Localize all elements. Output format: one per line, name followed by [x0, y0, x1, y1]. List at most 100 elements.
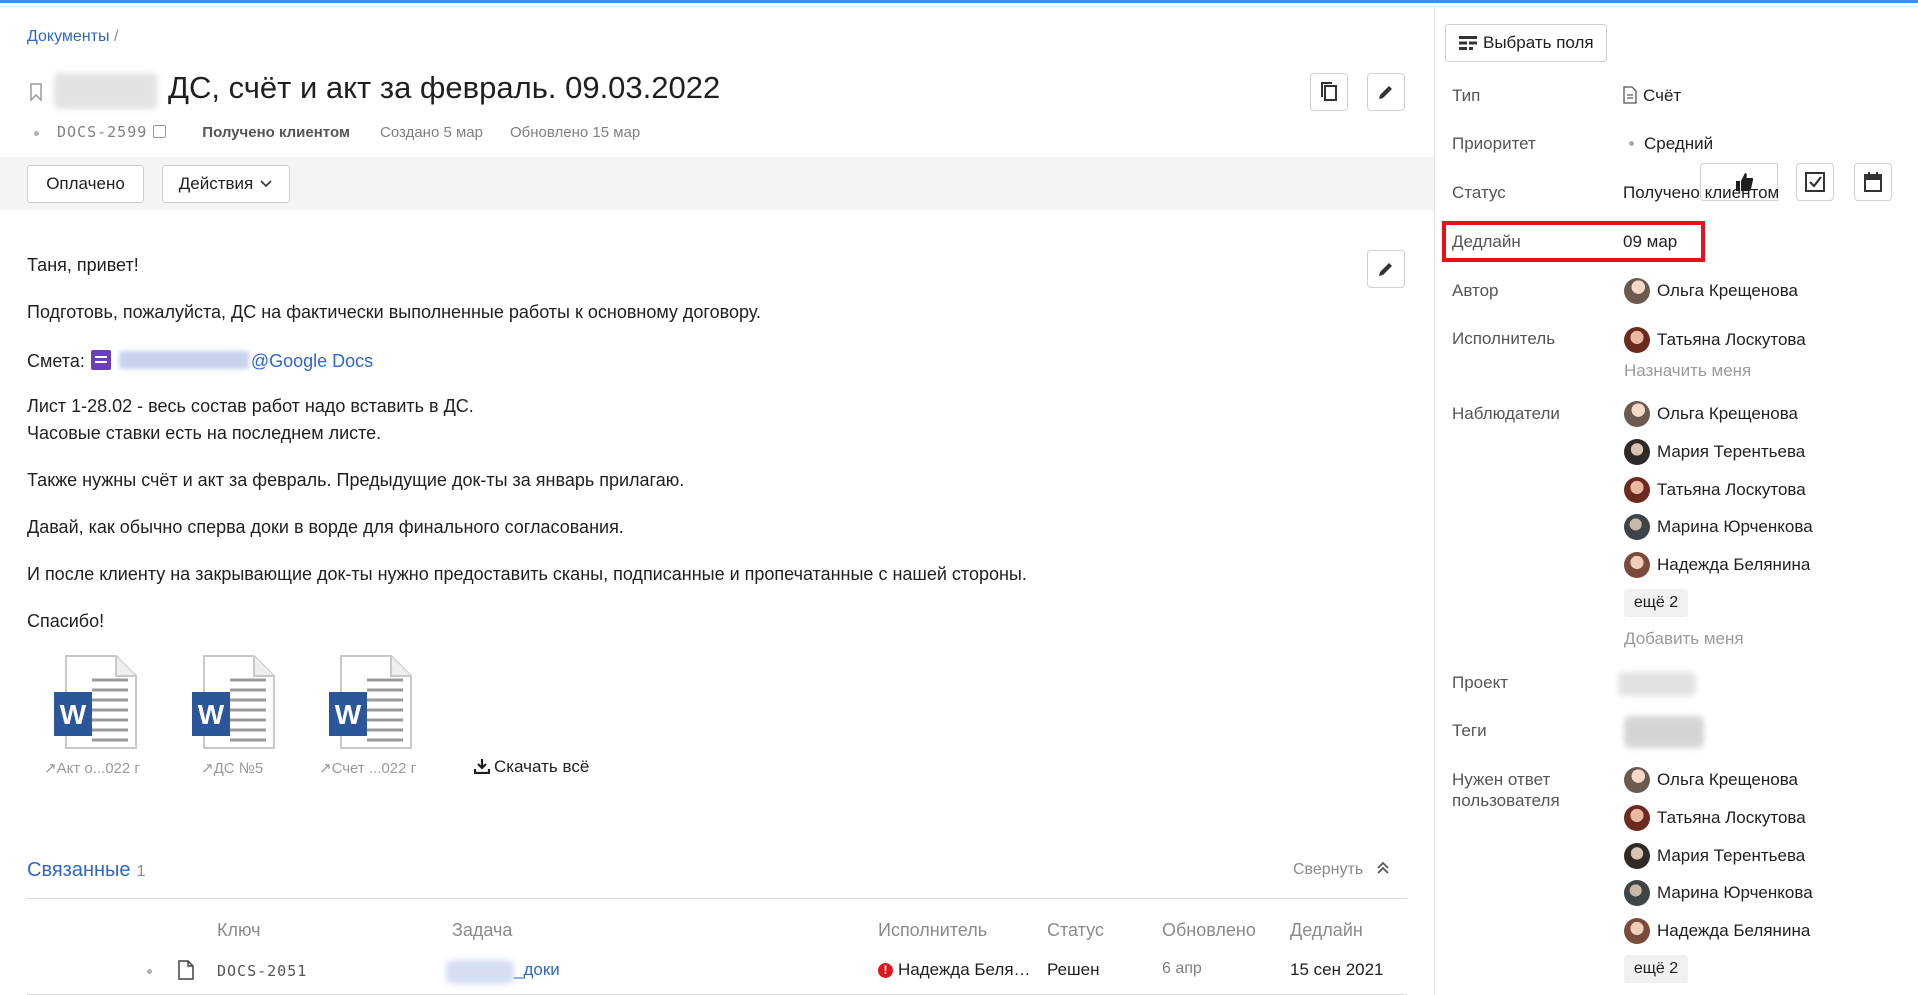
- paid-button[interactable]: Оплачено: [27, 165, 144, 203]
- redacted-project[interactable]: [1618, 672, 1696, 696]
- assignee-person[interactable]: Татьяна Лоскутова: [1624, 327, 1806, 353]
- needs-reply-person[interactable]: Ольга Крещенова: [1624, 767, 1798, 793]
- page-title: ДС, счёт и акт за февраль. 09.03.2022: [168, 70, 721, 105]
- related-status: Решен: [1047, 960, 1100, 979]
- person-name: Ольга Крещенова: [1657, 404, 1799, 423]
- related-heading[interactable]: Связанные 1: [27, 859, 145, 882]
- watcher-person[interactable]: Татьяна Лоскутова: [1624, 477, 1806, 503]
- pencil-icon: [1379, 263, 1392, 276]
- avatar: [1624, 514, 1650, 540]
- updated-date: Обновлено 15 мар: [509, 124, 641, 141]
- related-divider: [27, 898, 1407, 899]
- breadcrumb-separator: /: [113, 28, 119, 45]
- related-task-link[interactable]: _доки: [514, 960, 560, 980]
- avatar: [1624, 918, 1650, 944]
- description-line-6: И после клиенту на закрывающие док-ты ну…: [27, 564, 1027, 584]
- needs-reply-person[interactable]: Татьяна Лоскутова: [1624, 805, 1806, 831]
- collapse-label: Свернуть: [1293, 861, 1364, 878]
- checkbox-icon: [1805, 172, 1825, 192]
- calendar-icon: [1864, 172, 1882, 192]
- description-line-1: Подготовь, пожалуйста, ДС на фактически …: [27, 302, 761, 322]
- person-name: Надежда Белянина: [1657, 921, 1811, 940]
- description-line-5: Давай, как обычно сперва доки в ворде дл…: [27, 517, 624, 537]
- document-icon: [178, 960, 194, 980]
- attachment-caption[interactable]: ↗Акт о...022 г: [44, 759, 140, 777]
- edit-description-button[interactable]: [1367, 250, 1405, 288]
- watchers-more-button[interactable]: ещё 2: [1624, 589, 1688, 617]
- watcher-person[interactable]: Марина Юрченкова: [1624, 514, 1813, 540]
- issue-meta: DOCS-2599 Получено клиентом Создано 5 мар О…: [34, 123, 640, 141]
- needs-reply-person[interactable]: Мария Терентьева: [1624, 843, 1805, 869]
- type-value[interactable]: Счёт: [1623, 86, 1681, 106]
- column-header-task[interactable]: Задача: [452, 920, 512, 941]
- svg-text:W: W: [60, 699, 87, 730]
- related-assignee: ! Надежда Беля…: [878, 960, 1031, 980]
- related-key[interactable]: DOCS-2051: [217, 962, 307, 980]
- person-name: Ольга Крещенова: [1657, 281, 1799, 300]
- author-label: Автор: [1452, 281, 1499, 300]
- copy-key-icon[interactable]: [153, 125, 167, 138]
- chevron-double-up-icon: [1376, 861, 1389, 874]
- attachment-caption[interactable]: ↗Счет ...022 г: [319, 759, 416, 777]
- copy-icon: [1321, 82, 1337, 101]
- watchers-label: Наблюдатели: [1452, 404, 1560, 423]
- collapse-related-button[interactable]: Свернуть: [1293, 861, 1390, 879]
- redacted-link[interactable]: [118, 351, 249, 369]
- watcher-person[interactable]: Ольга Крещенова: [1624, 401, 1798, 427]
- attachment-caption[interactable]: ↗ДС №5: [201, 759, 263, 777]
- status-text: Получено клиентом: [202, 124, 351, 141]
- watcher-person[interactable]: Мария Терентьева: [1624, 439, 1805, 465]
- person-name: Татьяна Лоскутова: [1657, 480, 1806, 499]
- created-date: Создано 5 мар: [380, 124, 483, 141]
- issue-key[interactable]: DOCS-2599: [57, 123, 147, 141]
- status-value[interactable]: Получено клиентом: [1623, 183, 1779, 203]
- avatar: [1624, 327, 1650, 353]
- column-header-assignee[interactable]: Исполнитель: [878, 920, 987, 941]
- word-file-icon[interactable]: W: [327, 654, 413, 750]
- word-file-icon[interactable]: W: [190, 654, 276, 750]
- copy-button[interactable]: [1310, 73, 1348, 111]
- person-name: Татьяна Лоскутова: [1657, 808, 1806, 827]
- person-name: Ольга Крещенова: [1657, 770, 1799, 789]
- edit-title-button[interactable]: [1367, 73, 1405, 111]
- word-file-icon[interactable]: W: [52, 654, 138, 750]
- column-header-deadline[interactable]: Дедлайн: [1290, 920, 1363, 941]
- calendar-button[interactable]: [1854, 163, 1892, 201]
- checklist-button[interactable]: [1796, 163, 1834, 201]
- redacted-tags[interactable]: [1624, 716, 1704, 748]
- related-assignee-name: Надежда Беля…: [898, 960, 1031, 979]
- add-me-link[interactable]: Добавить меня: [1624, 629, 1744, 649]
- description-line-3: Часовые ставки есть на последнем листе.: [27, 423, 382, 443]
- external-link-icon: ↗: [44, 760, 57, 777]
- attachment-name: ДС №5: [213, 760, 264, 777]
- chevron-down-icon: [260, 180, 272, 188]
- needs-reply-label-line: Нужен ответ: [1452, 770, 1551, 789]
- assign-me-link[interactable]: Назначить меня: [1624, 361, 1751, 381]
- author-person[interactable]: Ольга Крещенова: [1624, 278, 1798, 304]
- choose-fields-label: Выбрать поля: [1483, 33, 1594, 52]
- breadcrumb-documents-link[interactable]: Документы: [27, 28, 109, 45]
- bookmark-icon[interactable]: [30, 83, 42, 101]
- priority-value[interactable]: Средний: [1623, 134, 1713, 154]
- avatar: [1624, 767, 1650, 793]
- download-all-link[interactable]: Скачать всё: [473, 757, 589, 777]
- avatar: [1624, 552, 1650, 578]
- needs-reply-person[interactable]: Марина Юрченкова: [1624, 880, 1813, 906]
- choose-fields-button[interactable]: Выбрать поля: [1445, 24, 1607, 62]
- actions-button[interactable]: Действия: [162, 165, 290, 203]
- person-name: Татьяна Лоскутова: [1657, 330, 1806, 349]
- column-header-updated[interactable]: Обновлено: [1162, 920, 1256, 941]
- google-docs-link[interactable]: @Google Docs: [251, 351, 373, 371]
- column-header-key[interactable]: Ключ: [217, 920, 260, 941]
- column-header-status[interactable]: Статус: [1047, 920, 1104, 941]
- needs-reply-person[interactable]: Надежда Белянина: [1624, 918, 1810, 944]
- breadcrumb: Документы /: [27, 28, 118, 46]
- person-name: Марина Юрченкова: [1657, 883, 1813, 902]
- attachment-name: Акт о...022 г: [56, 760, 140, 777]
- related-title: Связанные: [27, 859, 131, 881]
- watcher-person[interactable]: Надежда Белянина: [1624, 552, 1810, 578]
- status-label: Статус: [1452, 183, 1506, 202]
- avatar: [1624, 880, 1650, 906]
- needs-reply-more-button[interactable]: ещё 2: [1624, 955, 1688, 983]
- project-label: Проект: [1452, 673, 1508, 692]
